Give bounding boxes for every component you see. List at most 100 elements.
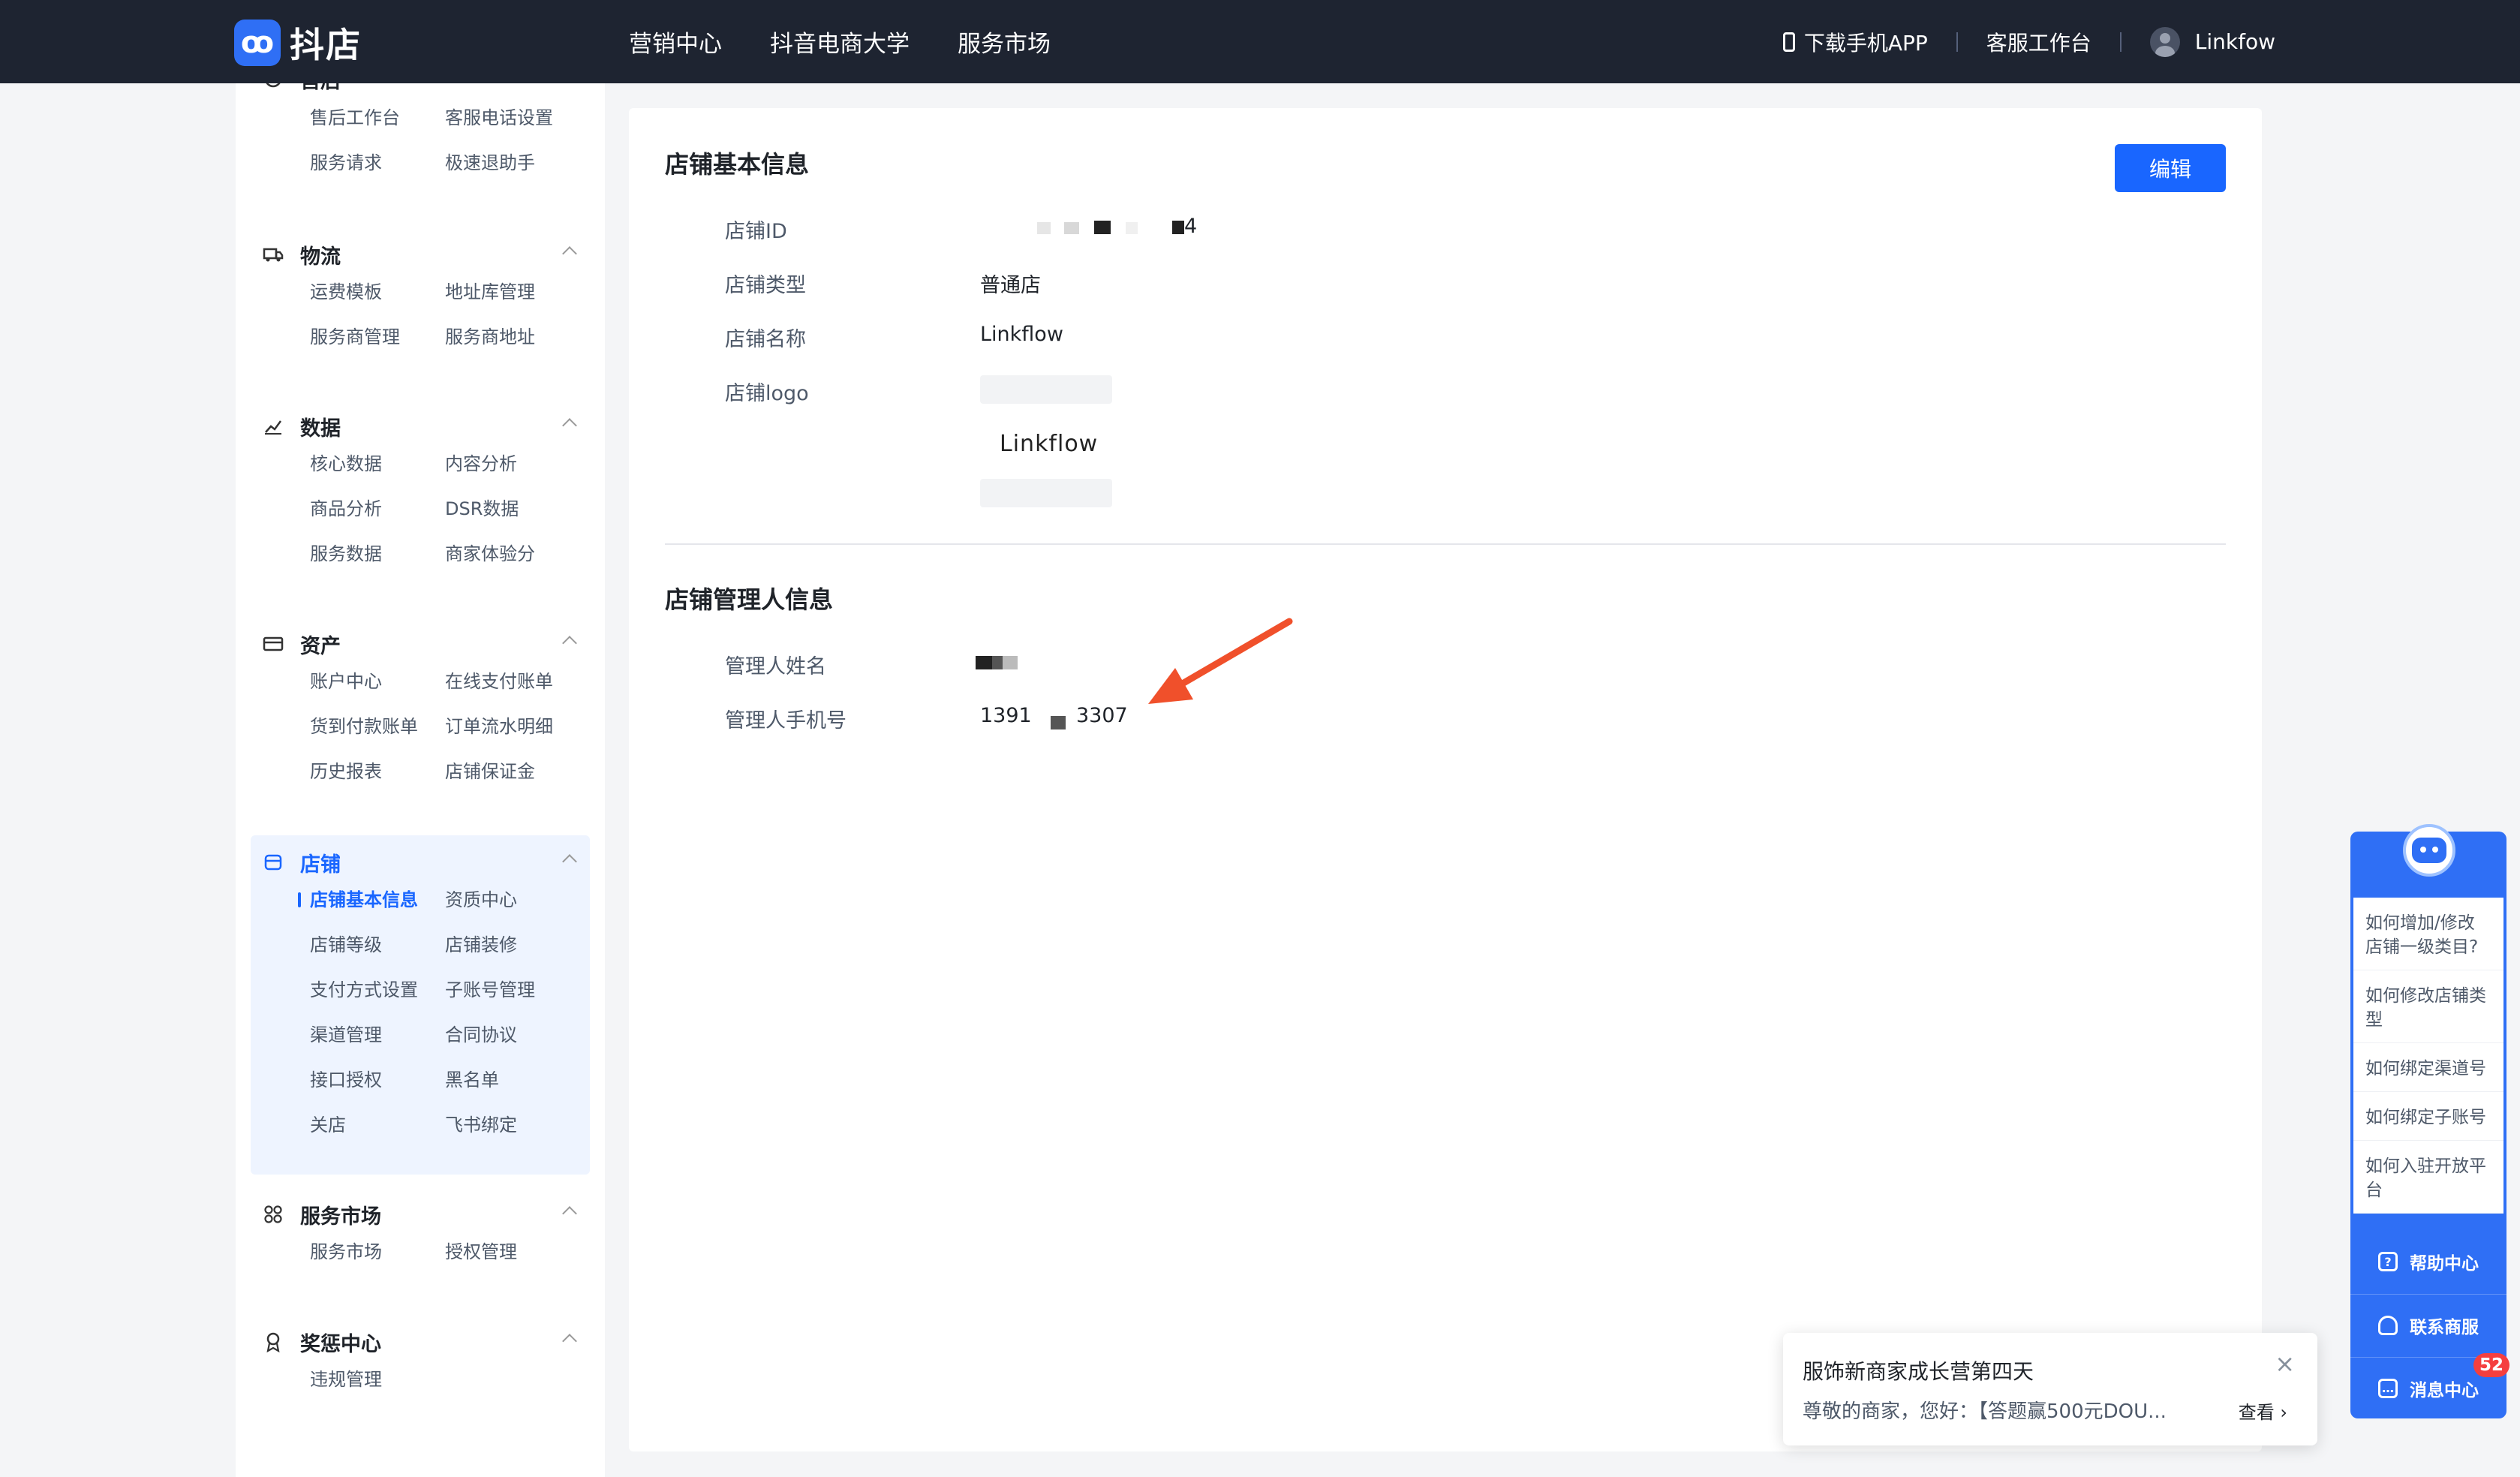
- nav-ecommerce-university[interactable]: 抖音电商大学: [770, 25, 910, 59]
- chevron-up-icon[interactable]: [562, 854, 577, 869]
- sidebar-item-channel-management[interactable]: 渠道管理: [310, 1012, 445, 1057]
- sidebar-item-payment-settings[interactable]: 支付方式设置: [310, 967, 445, 1012]
- sidebar-item-shipping-template[interactable]: 运费模板: [310, 269, 445, 314]
- field-value-shop-id: 4: [1184, 215, 1198, 238]
- phone-icon: [1782, 32, 1795, 52]
- sidebar-item-contract-agreement[interactable]: 合同协议: [445, 1012, 580, 1057]
- sidebar: 售后 售后工作台 客服电话设置 服务请求 极速退助手 物流 运费模板 地址库管理…: [236, 83, 605, 1477]
- chevron-up-icon[interactable]: [562, 1334, 577, 1349]
- help-question-item[interactable]: 如何绑定渠道号: [2353, 1043, 2503, 1092]
- message-center-label: 消息中心: [2410, 1380, 2479, 1400]
- sidebar-item-address-library[interactable]: 地址库管理: [445, 269, 580, 314]
- sidebar-item-api-authorization[interactable]: 接口授权: [310, 1057, 445, 1102]
- notification-title: 服饰新商家成长营第四天: [1803, 1359, 2034, 1384]
- message-center-button[interactable]: … 消息中心 52: [2350, 1353, 2509, 1418]
- sidebar-item-merchant-experience-score[interactable]: 商家体验分: [445, 531, 580, 576]
- sidebar-item-fast-refund-assistant[interactable]: 极速退助手: [445, 140, 580, 185]
- download-app-label: 下载手机APP: [1803, 30, 1928, 56]
- app-logo[interactable]: ꝏ 抖店: [234, 18, 362, 68]
- sidebar-item-service-requests[interactable]: 服务请求: [310, 140, 445, 185]
- robot-assistant-icon[interactable]: [2403, 824, 2455, 877]
- sidebar-item-shop-deposit[interactable]: 店铺保证金: [445, 749, 580, 794]
- section-title-manager-info: 店铺管理人信息: [665, 585, 834, 614]
- sidebar-item-shop-level[interactable]: 店铺等级: [310, 922, 445, 967]
- sidebar-item-blacklist[interactable]: 黑名单: [445, 1057, 580, 1102]
- sidebar-section-header[interactable]: 服务市场: [251, 1199, 590, 1229]
- contact-service-button[interactable]: 联系商服: [2350, 1294, 2506, 1355]
- sidebar-item-provider-address[interactable]: 服务商地址: [445, 314, 580, 359]
- redacted-block: [1094, 221, 1111, 234]
- sidebar-section-header[interactable]: 数据: [251, 411, 590, 441]
- sidebar-item-sub-account-management[interactable]: 子账号管理: [445, 967, 580, 1012]
- nav-marketing-center[interactable]: 营销中心: [629, 25, 722, 59]
- user-menu[interactable]: Linkfow: [2149, 26, 2275, 57]
- sidebar-item-authorization-management[interactable]: 授权管理: [445, 1229, 580, 1274]
- sidebar-item-content-analysis[interactable]: 内容分析: [445, 441, 580, 486]
- sidebar-item-order-flow-detail[interactable]: 订单流水明细: [445, 704, 580, 749]
- sidebar-section-title: 奖惩中心: [300, 1332, 381, 1356]
- sidebar-item-provider-management[interactable]: 服务商管理: [310, 314, 445, 359]
- sidebar-item-core-data[interactable]: 核心数据: [310, 441, 445, 486]
- sidebar-item-service-market[interactable]: 服务市场: [310, 1229, 445, 1274]
- view-notification-link[interactable]: 查看 ›: [2239, 1397, 2287, 1424]
- message-count-badge: 52: [2473, 1353, 2509, 1377]
- divider: [2119, 32, 2122, 52]
- sidebar-section-after-sales: 售后 售后工作台 客服电话设置 服务请求 极速退助手: [251, 83, 590, 185]
- sidebar-item-shop-decoration[interactable]: 店铺装修: [445, 922, 580, 967]
- help-question-item[interactable]: 如何增加/修改店铺一级类目?: [2353, 898, 2503, 970]
- contact-service-label: 联系商服: [2410, 1317, 2479, 1337]
- close-icon[interactable]: ×: [2275, 1349, 2295, 1378]
- sidebar-section-header[interactable]: 售后: [251, 83, 590, 94]
- chevron-up-icon[interactable]: [562, 83, 577, 86]
- field-label-manager-phone: 管理人手机号: [725, 709, 847, 732]
- field-value-phone-suffix: 3307: [1076, 704, 1128, 727]
- help-center-label: 帮助中心: [2410, 1254, 2479, 1274]
- sidebar-item-online-payment-bill[interactable]: 在线支付账单: [445, 659, 580, 704]
- sidebar-section-title: 物流: [300, 245, 341, 269]
- sidebar-item-close-shop[interactable]: 关店: [310, 1102, 445, 1148]
- help-question-item[interactable]: 如何绑定子账号: [2353, 1092, 2503, 1141]
- edit-button[interactable]: 编辑: [2115, 144, 2226, 192]
- sidebar-item-dsr-data[interactable]: DSR数据: [445, 486, 580, 531]
- help-widget: 如何增加/修改店铺一级类目? 如何修改店铺类型 如何绑定渠道号 如何绑定子账号 …: [2350, 824, 2509, 1418]
- field-value-shop-type: 普通店: [980, 274, 1041, 297]
- sidebar-item-service-phone-settings[interactable]: 客服电话设置: [445, 95, 580, 140]
- sidebar-section-shop: 店铺 店铺基本信息 资质中心 店铺等级 店铺装修 支付方式设置 子账号管理 渠道…: [251, 835, 590, 1175]
- sidebar-item-qualification-center[interactable]: 资质中心: [445, 877, 580, 922]
- help-question-item[interactable]: 如何修改店铺类型: [2353, 970, 2503, 1043]
- sidebar-section-header[interactable]: 奖惩中心: [251, 1327, 590, 1357]
- help-question-list: 如何增加/修改店铺一级类目? 如何修改店铺类型 如何绑定渠道号 如何绑定子账号 …: [2353, 898, 2503, 1214]
- sidebar-section-header[interactable]: 店铺: [251, 847, 590, 877]
- logo-text: 抖店: [290, 25, 362, 65]
- chevron-up-icon[interactable]: [562, 418, 577, 433]
- notification-body: 尊敬的商家，您好：【答题赢500元DOU...: [1803, 1400, 2167, 1423]
- sidebar-item-violation-management[interactable]: 违规管理: [310, 1357, 445, 1402]
- chevron-up-icon[interactable]: [562, 246, 577, 261]
- sidebar-item-after-sales-workbench[interactable]: 售后工作台: [310, 95, 445, 140]
- sidebar-item-account-center[interactable]: 账户中心: [310, 659, 445, 704]
- service-workbench-link[interactable]: 客服工作台: [1986, 27, 2091, 57]
- help-center-button[interactable]: ? 帮助中心: [2350, 1231, 2506, 1292]
- sidebar-section-header[interactable]: 物流: [251, 239, 590, 269]
- download-app-link[interactable]: 下载手机APP: [1782, 27, 1928, 57]
- sidebar-item-cod-bill[interactable]: 货到付款账单: [310, 704, 445, 749]
- avatar: [2149, 26, 2180, 57]
- field-value-phone-prefix: 1391: [980, 704, 1032, 727]
- award-icon: [263, 1331, 284, 1352]
- nav-service-market[interactable]: 服务市场: [958, 25, 1051, 59]
- sidebar-item-service-data[interactable]: 服务数据: [310, 531, 445, 576]
- redacted-block: [1003, 656, 1018, 669]
- field-label-shop-name: 店铺名称: [725, 328, 806, 351]
- sidebar-section-header[interactable]: 资产: [251, 629, 590, 659]
- sidebar-section-title: 服务市场: [300, 1205, 381, 1229]
- sidebar-item-product-analysis[interactable]: 商品分析: [310, 486, 445, 531]
- sidebar-item-feishu-binding[interactable]: 飞书绑定: [445, 1102, 580, 1148]
- chevron-up-icon[interactable]: [562, 636, 577, 651]
- sidebar-item-shop-basic-info[interactable]: 店铺基本信息: [298, 877, 445, 922]
- redacted-block: [1051, 716, 1066, 729]
- section-divider: [665, 543, 2226, 545]
- help-question-item[interactable]: 如何入驻开放平台: [2353, 1141, 2503, 1214]
- sidebar-item-history-report[interactable]: 历史报表: [310, 749, 445, 794]
- chevron-up-icon[interactable]: [562, 1206, 577, 1221]
- shop-logo-image: Linkflow: [1000, 431, 1099, 457]
